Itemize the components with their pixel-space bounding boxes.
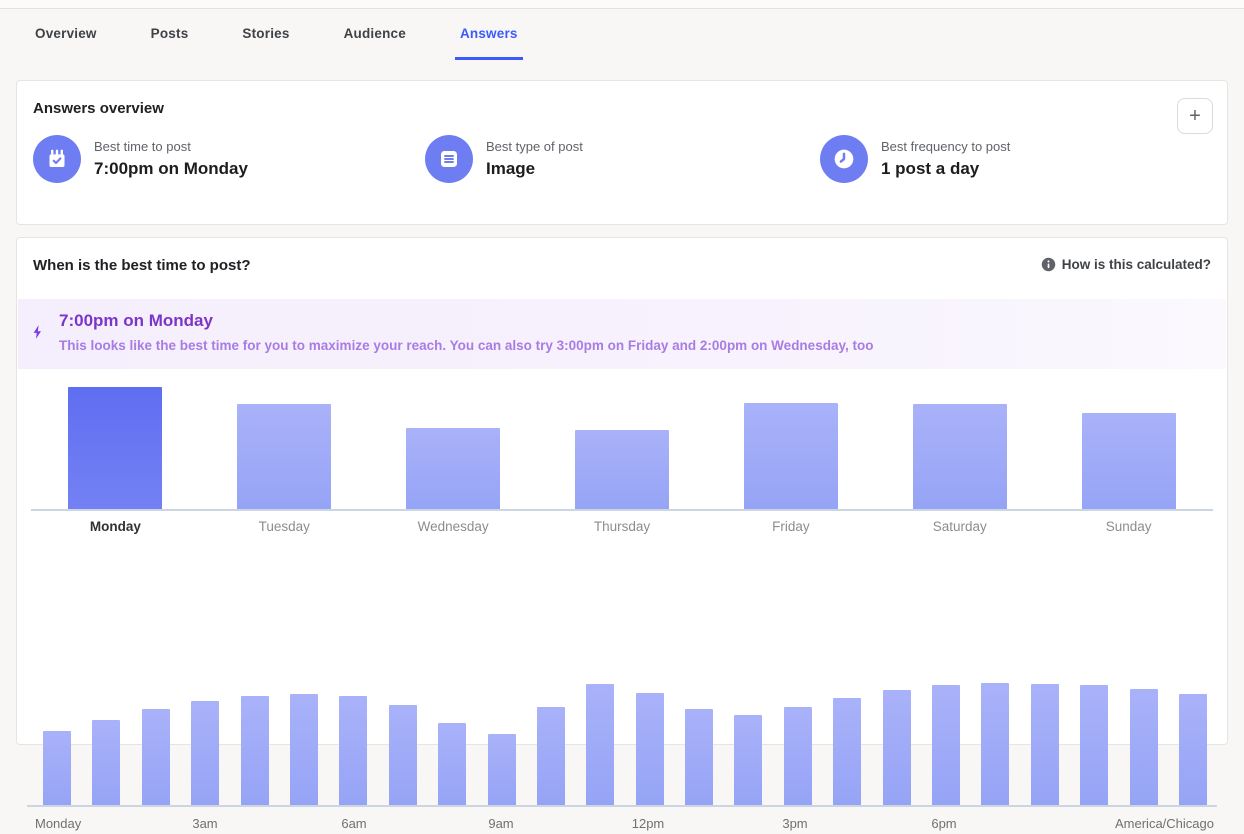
day-column-tuesday [200, 387, 369, 509]
hour-bar-17 [882, 690, 911, 805]
hour-axis-line [27, 805, 1217, 807]
day-label-tuesday: Tuesday [258, 519, 310, 534]
best-time-card-header: When is the best time to post? How is th… [17, 238, 1227, 274]
day-column-sunday [1044, 387, 1213, 509]
hour-bar-7 [388, 705, 417, 805]
tab-overview[interactable]: Overview [30, 9, 102, 60]
day-label-thursday: Thursday [593, 519, 651, 534]
day-bars-row [31, 387, 1213, 509]
hour-bar-2 [141, 709, 170, 805]
add-button[interactable]: + [1177, 98, 1213, 134]
metrics-row: Best time to post 7:00pm on Monday Best ty… [17, 135, 1227, 183]
day-label-sunday: Sunday [1105, 519, 1152, 534]
calendar-check-icon [33, 135, 81, 183]
hour-axis-label-monday: Monday [35, 816, 82, 831]
hour-bar-6 [339, 696, 368, 805]
metric-label: Best type of post [486, 139, 583, 154]
plus-icon: + [1189, 104, 1201, 127]
day-column-thursday [538, 387, 707, 509]
overview-card-title: Answers overview [33, 100, 164, 117]
hour-bar-9 [487, 734, 516, 805]
day-column-saturday [875, 387, 1044, 509]
callout-text: 7:00pm on Monday This looks like the bes… [59, 311, 873, 353]
day-label-saturday: Saturday [932, 519, 987, 534]
clock-icon [820, 135, 868, 183]
hour-bar-12 [635, 693, 664, 805]
hour-bar-11 [586, 684, 615, 805]
hour-bar-13 [685, 709, 714, 805]
metric-best-time-to-post: Best time to post 7:00pm on Monday [33, 135, 248, 183]
answers-overview-card: Answers overview + Best time to post 7:00… [16, 80, 1228, 225]
hour-bar-1 [92, 720, 121, 805]
tab-answers[interactable]: Answers [454, 9, 523, 60]
day-bar-saturday [912, 404, 1007, 509]
callout-title: 7:00pm on Monday [59, 311, 213, 330]
hour-bar-18 [932, 685, 961, 805]
hour-axis-label-6am: 6am [341, 816, 367, 831]
how-calculated-link[interactable]: How is this calculated? [1041, 257, 1211, 272]
post-document-icon [425, 135, 473, 183]
tab-bar: Overview Posts Stories Audience Answers [0, 9, 1244, 60]
lightning-icon [30, 321, 46, 348]
hour-axis-labels: Monday 3am 6am 9am 12pm 3pm 6pm America/Chicago [17, 816, 1227, 834]
callout-description: This looks like the best time for you to… [59, 338, 874, 353]
hour-bar-0 [43, 731, 71, 805]
day-bar-monday [68, 387, 163, 509]
hour-axis-label-12pm: 12pm [631, 816, 665, 831]
metric-value: 7:00pm on Monday [94, 159, 248, 178]
metric-best-frequency-to-post: Best frequency to post 1 post a day [820, 135, 1010, 183]
hour-bar-3 [191, 701, 220, 805]
day-column-friday [706, 387, 875, 509]
metric-best-type-of-post: Best type of post Image [425, 135, 583, 183]
metric-label: Best time to post [94, 139, 191, 154]
hour-axis-label-3pm: 3pm [782, 816, 808, 831]
best-time-card: When is the best time to post? How is th… [16, 237, 1228, 831]
best-day-chart: Monday Tuesday Wednesday Thursday Friday Satu… [17, 387, 1227, 534]
day-bar-tuesday [237, 404, 332, 509]
hour-bar-21 [1080, 685, 1109, 805]
info-icon [1041, 257, 1056, 272]
day-label-wednesday: Wednesday [417, 519, 489, 534]
hour-bar-14 [734, 715, 763, 805]
how-calculated-label: How is this calculated? [1061, 257, 1211, 272]
hour-bar-15 [783, 707, 812, 805]
metric-value: 1 post a day [881, 159, 980, 178]
best-hour-chart: Monday 3am 6am 9am 12pm 3pm 6pm America/Chicago [17, 683, 1227, 834]
best-time-card-title: When is the best time to post? [33, 257, 251, 274]
hour-bar-22 [1129, 689, 1158, 805]
tab-audience[interactable]: Audience [339, 9, 411, 60]
day-label-friday: Friday [772, 519, 810, 534]
hour-axis-label-9am: 9am [488, 816, 514, 831]
hour-bar-20 [1030, 684, 1059, 805]
day-bar-sunday [1081, 413, 1176, 509]
day-labels-row: Monday Tuesday Wednesday Thursday Friday Satu… [31, 519, 1213, 534]
hour-bar-4 [240, 696, 269, 805]
hour-bar-10 [536, 707, 565, 805]
metric-value: Image [486, 159, 536, 178]
hour-axis-label-america-chicago: America/Chicago [1115, 816, 1214, 831]
day-column-wednesday [369, 387, 538, 509]
tab-posts[interactable]: Posts [146, 9, 194, 60]
metric-label: Best frequency to post [881, 139, 1011, 154]
day-bar-thursday [575, 430, 669, 509]
day-column-monday [31, 387, 200, 509]
hour-axis-label-3am: 3am [192, 816, 218, 831]
top-divider [0, 0, 1244, 9]
hour-axis-label-6pm: 6pm [931, 816, 957, 831]
hour-bar-19 [981, 683, 1010, 805]
tab-stories[interactable]: Stories [237, 9, 294, 60]
hour-bar-16 [833, 698, 862, 805]
day-bar-friday [743, 403, 838, 509]
analytics-page: Overview Posts Stories Audience Answers Answ… [0, 0, 1244, 831]
day-axis-line [31, 509, 1213, 511]
best-time-callout: 7:00pm on Monday This looks like the bes… [18, 299, 1226, 369]
day-bar-wednesday [406, 428, 501, 509]
hour-bar-8 [438, 723, 467, 805]
day-label-monday: Monday [89, 519, 141, 534]
hour-bars-row [43, 683, 1207, 805]
